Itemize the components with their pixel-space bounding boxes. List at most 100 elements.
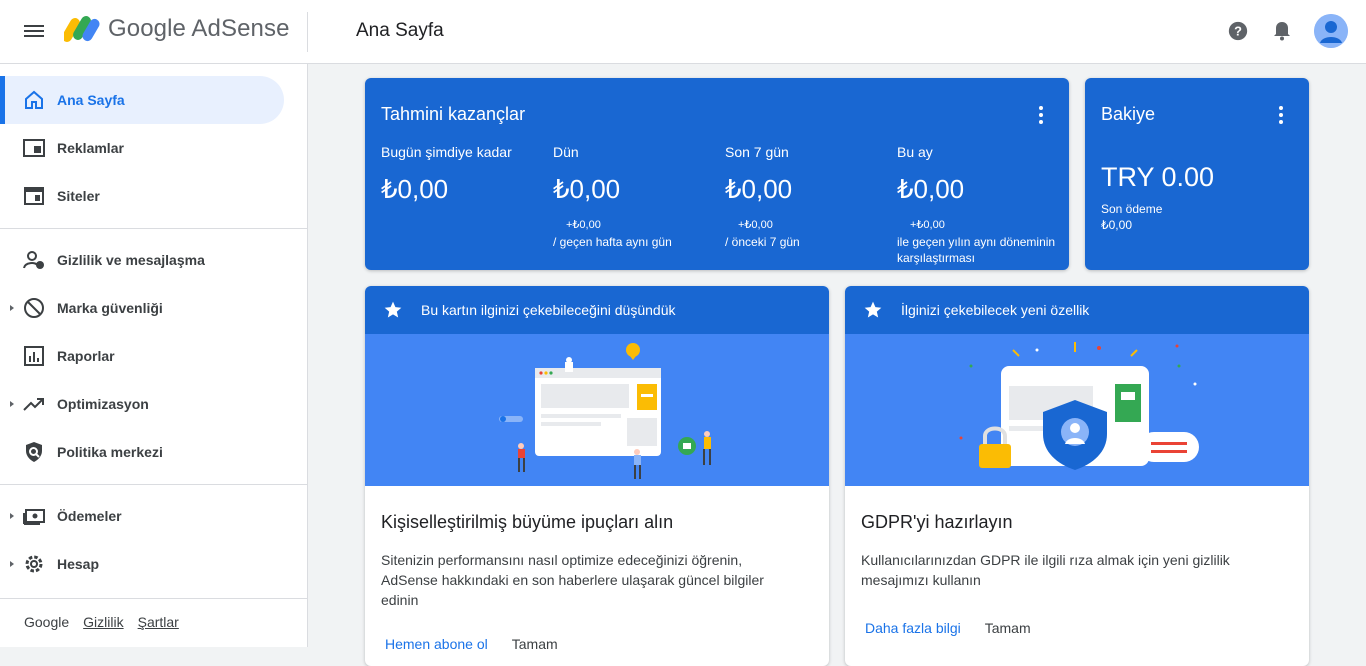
growth-tips-card: Bu kartın ilginizi çekebileceğini düşünd… (365, 286, 829, 666)
ads-icon (23, 139, 45, 157)
expand-caret-icon[interactable] (10, 513, 14, 519)
stat-change: +₺0,00 (910, 219, 945, 231)
home-icon (25, 90, 43, 109)
footer-privacy-link[interactable]: Gizlilik (83, 614, 123, 630)
privacy-icon (23, 251, 44, 269)
star-icon (384, 301, 402, 318)
sidebar-item-label: Gizlilik ve mesajlaşma (57, 252, 205, 268)
sidebar-item-label: Marka güvenliği (57, 300, 163, 316)
sidebar-item-policy[interactable]: Politika merkezi (0, 428, 284, 476)
stat-comparison: / önceki 7 gün (725, 235, 800, 249)
sidebar-item-label: Hesap (57, 556, 100, 572)
help-icon[interactable]: ? (1226, 19, 1250, 43)
sidebar-divider (0, 484, 307, 485)
card-body: Sitenizin performansını nasıl optimize e… (381, 552, 764, 608)
earnings-stat-today: Bugün şimdiye kadar ₺0,00 (381, 144, 551, 205)
stat-label: Bugün şimdiye kadar (381, 144, 512, 160)
sidebar-item-optimization[interactable]: Optimizasyon (0, 380, 284, 428)
stat-change: +₺0,00 (738, 219, 773, 231)
learn-more-button[interactable]: Daha fazla bilgi (865, 620, 961, 636)
earnings-stat-this-month: Bu ay ₺0,00 +₺0,00 ile geçen yılın aynı … (897, 144, 1057, 266)
star-icon (864, 301, 882, 318)
stat-value: ₺0,00 (553, 174, 621, 204)
stat-change: +₺0,00 (566, 219, 601, 231)
account-avatar[interactable] (1314, 14, 1348, 48)
sidebar-item-ads[interactable]: Reklamlar (0, 124, 284, 172)
sites-icon (24, 187, 44, 205)
sidebar-item-label: Ödemeler (57, 508, 122, 524)
sidebar-divider (0, 228, 307, 229)
sidebar-item-brand-safety[interactable]: Marka güvenliği (0, 284, 284, 332)
payments-icon (23, 509, 45, 525)
logo-text: Google AdSense (108, 15, 290, 42)
sidebar: Ana Sayfa Reklamlar Siteler Gizlilik ve … (0, 64, 308, 647)
expand-caret-icon[interactable] (10, 305, 14, 311)
card-actions: Hemen abone ol Tamam (385, 636, 558, 652)
gdpr-illustration (845, 334, 1309, 486)
sidebar-item-label: Optimizasyon (57, 396, 149, 412)
sidebar-item-label: Politika merkezi (57, 444, 163, 460)
earnings-stat-last7: Son 7 gün ₺0,00 +₺0,00 / önceki 7 gün (725, 144, 895, 250)
dismiss-button[interactable]: Tamam (985, 620, 1031, 636)
last-payment-value: ₺0,00 (1101, 218, 1132, 232)
sidebar-item-label: Siteler (57, 188, 100, 204)
sidebar-footer: Google Gizlilik Şartlar (24, 614, 179, 630)
earnings-stat-yesterday: Dün ₺0,00 +₺0,00 / geçen hafta aynı gün (553, 144, 723, 250)
sidebar-item-account[interactable]: Hesap (0, 540, 284, 588)
settings-icon (25, 555, 43, 573)
stat-value: ₺0,00 (725, 174, 793, 204)
more-vert-icon[interactable] (1039, 106, 1043, 124)
footer-google: Google (24, 614, 70, 630)
expand-caret-icon[interactable] (10, 561, 14, 567)
sidebar-divider (0, 598, 307, 599)
earnings-title: Tahmini kazançlar (381, 104, 526, 124)
card-title: Kişiselleştirilmiş büyüme ipuçları alın (381, 512, 674, 532)
expand-caret-icon[interactable] (10, 401, 14, 407)
sidebar-item-label: Ana Sayfa (57, 92, 125, 108)
sidebar-item-payments[interactable]: Ödemeler (0, 492, 284, 540)
sidebar-item-label: Raporlar (57, 348, 115, 364)
growth-illustration (365, 334, 829, 486)
stat-comparison: ile geçen yılın aynı döneminin karşılaşt… (897, 235, 1056, 265)
menu-icon[interactable] (22, 22, 46, 42)
stat-label: Son 7 gün (725, 144, 789, 160)
header-divider (307, 12, 308, 52)
adsense-logo-icon (64, 16, 100, 42)
last-payment-label: Son ödeme (1101, 202, 1163, 216)
footer-terms-link[interactable]: Şartlar (138, 614, 179, 630)
block-icon (24, 298, 44, 318)
adsense-logo[interactable]: Google AdSense (64, 14, 290, 44)
stat-label: Bu ay (897, 144, 933, 160)
policy-icon (26, 442, 42, 462)
svg-text:?: ? (1234, 24, 1242, 39)
card-header: Bu kartın ilginizi çekebileceğini düşünd… (365, 286, 829, 334)
sidebar-item-sites[interactable]: Siteler (0, 172, 284, 220)
notifications-icon[interactable] (1270, 19, 1294, 43)
trending-icon (23, 398, 44, 411)
sidebar-item-home[interactable]: Ana Sayfa (0, 76, 284, 124)
card-header-text: Bu kartın ilginizi çekebileceğini düşünd… (421, 302, 676, 318)
sidebar-item-reports[interactable]: Raporlar (0, 332, 284, 380)
stat-comparison: / geçen hafta aynı gün (553, 235, 672, 249)
top-app-bar: Google AdSense Ana Sayfa ? (0, 0, 1366, 64)
more-vert-icon[interactable] (1279, 106, 1283, 124)
balance-title: Bakiye (1101, 104, 1156, 124)
sidebar-item-label: Reklamlar (57, 140, 124, 156)
stat-value: ₺0,00 (897, 174, 965, 204)
dismiss-button[interactable]: Tamam (512, 636, 558, 652)
gdpr-card: İlginizi çekebilecek yeni özellik GDPR'y… (845, 286, 1309, 666)
balance-card: Bakiye TRY 0.00 Son ödeme ₺0,00 (1085, 78, 1309, 270)
reports-icon (24, 346, 44, 366)
sidebar-item-privacy[interactable]: Gizlilik ve mesajlaşma (0, 236, 284, 284)
stat-value: ₺0,00 (381, 174, 449, 204)
card-title: GDPR'yi hazırlayın (861, 512, 1013, 532)
page-title: Ana Sayfa (356, 20, 444, 41)
card-actions: Daha fazla bilgi Tamam (865, 620, 1031, 636)
subscribe-button[interactable]: Hemen abone ol (385, 636, 488, 652)
balance-value: TRY 0.00 (1101, 162, 1215, 192)
card-header-text: İlginizi çekebilecek yeni özellik (901, 302, 1090, 318)
card-body: Kullanıcılarınızdan GDPR ile ilgili rıza… (861, 552, 1230, 588)
stat-label: Dün (553, 144, 579, 160)
card-header: İlginizi çekebilecek yeni özellik (845, 286, 1309, 334)
estimated-earnings-card: Tahmini kazançlar Bugün şimdiye kadar ₺0… (365, 78, 1069, 270)
